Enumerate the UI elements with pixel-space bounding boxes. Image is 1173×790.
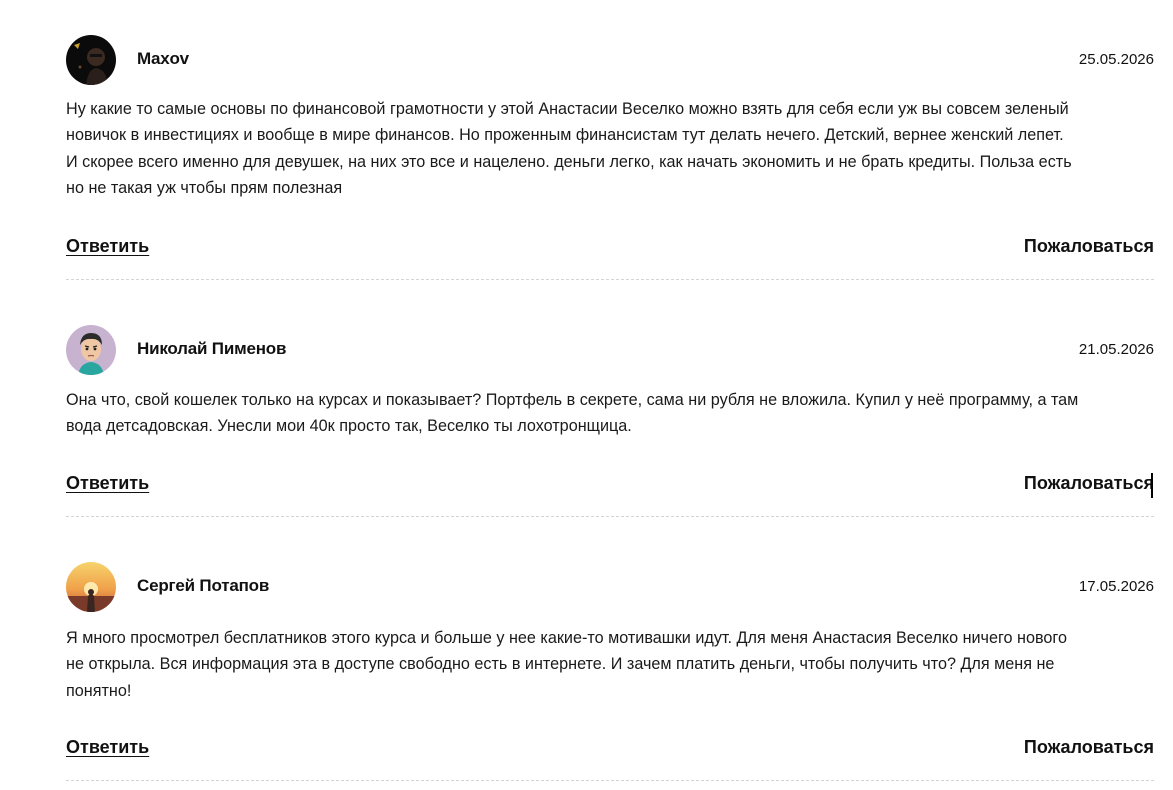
comment-text-line: новичок в инвестициях и вообще в мире фи… <box>66 126 1064 145</box>
comment-text-line: Я много просмотрел бесплатников этого ку… <box>66 629 1067 647</box>
comment-divider <box>66 516 1154 517</box>
comment-item: Николай Пименов 21.05.2026 Она что, свой… <box>66 325 1154 517</box>
comment-text-line: понятно! <box>66 681 132 700</box>
reply-link[interactable]: Ответить <box>66 236 149 257</box>
comment-header: Николай Пименов 21.05.2026 <box>66 325 1154 375</box>
comment-date: 25.05.2026 <box>1078 51 1154 68</box>
complain-link[interactable]: Пожаловаться <box>1024 737 1154 758</box>
comment-divider <box>66 780 1154 781</box>
comment-date: 21.05.2026 <box>1078 341 1154 358</box>
comment-text-line: Она что, свой кошелек только на курсах и… <box>66 391 1079 409</box>
comment-header: Maxov 25.05.2026 <box>66 35 1154 85</box>
cartoon-boy-avatar-icon <box>66 325 116 375</box>
comment-divider <box>66 279 1154 280</box>
avatar[interactable] <box>66 325 116 375</box>
comment-header: Сергей Потапов 17.05.2026 <box>66 562 1154 612</box>
avatar[interactable] <box>66 562 116 612</box>
sunset-photo-avatar-icon <box>66 562 116 612</box>
avatar[interactable] <box>66 35 116 85</box>
comment-actions: Ответить Пожаловаться <box>66 737 1154 761</box>
comment-actions: Ответить Пожаловаться <box>66 473 1154 497</box>
comment-text-line: не открыла. Вся информация эта в доступе… <box>66 655 1055 674</box>
comment-item: Maxov 25.05.2026 Ну какие то самые основ… <box>66 35 1154 280</box>
reply-link[interactable]: Ответить <box>66 473 149 494</box>
complain-link[interactable]: Пожаловаться <box>1024 473 1154 494</box>
reply-link[interactable]: Ответить <box>66 737 149 758</box>
comment-text-line: Ну какие то самые основы по финансовой г… <box>66 100 1069 118</box>
comment-text: Ну какие то самые основы по финансовой г… <box>66 96 1154 201</box>
comment-item: Сергей Потапов 17.05.2026 Я много просмо… <box>66 562 1154 781</box>
dark-portrait-avatar-icon <box>66 35 116 85</box>
author-name: Сергей Потапов <box>137 576 270 595</box>
comment-text-line: И скорее всего именно для девушек, на ни… <box>66 152 1072 171</box>
comment-text: Она что, свой кошелек только на курсах и… <box>66 387 1154 440</box>
comment-actions: Ответить Пожаловаться <box>66 236 1154 260</box>
author-name: Maxov <box>137 49 189 68</box>
author-name: Николай Пименов <box>137 339 287 358</box>
comment-text-line: вода детсадовская. Унесли мои 40к просто… <box>66 417 632 436</box>
comment-text-line: но не такая уж чтобы прям полезная <box>66 178 343 197</box>
complain-link[interactable]: Пожаловаться <box>1024 236 1154 257</box>
comment-text: Я много просмотрел бесплатников этого ку… <box>66 625 1154 704</box>
text-cursor <box>1151 473 1153 498</box>
comment-date: 17.05.2026 <box>1078 578 1154 595</box>
